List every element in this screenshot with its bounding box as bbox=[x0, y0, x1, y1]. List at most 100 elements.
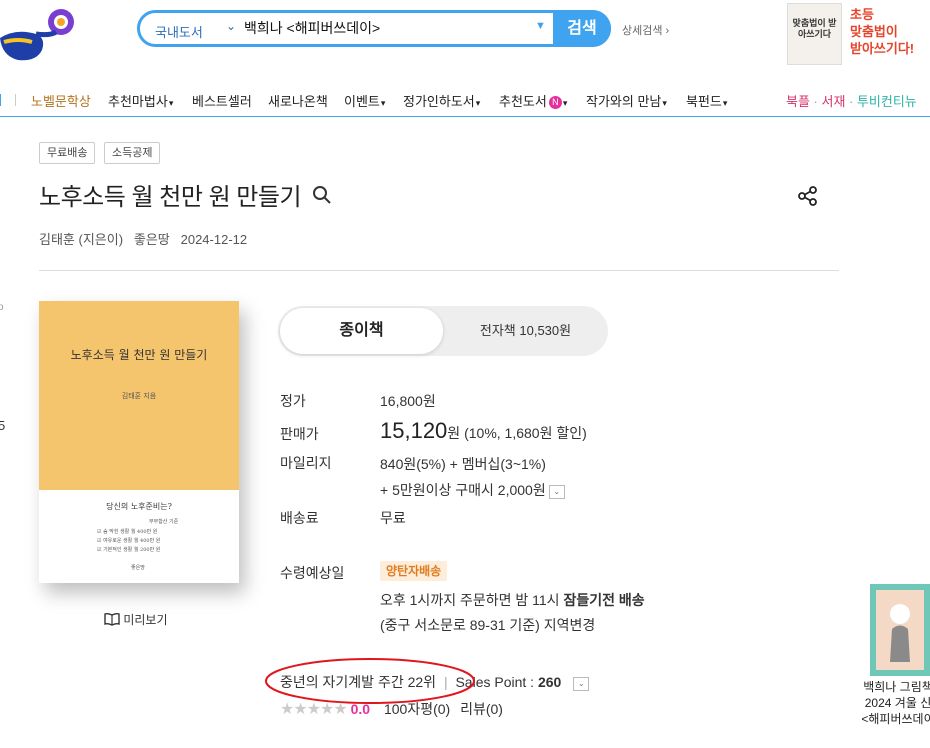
chevron-down-icon[interactable]: ⌄ bbox=[573, 677, 590, 691]
mileage-label: 마일리지 bbox=[280, 455, 332, 471]
nav-link-tobecontinued[interactable]: 투비컨티뉴 bbox=[857, 94, 917, 109]
sale-price-number: 15,120 bbox=[380, 418, 448, 443]
sales-point-value: 260 bbox=[537, 674, 562, 690]
search-input[interactable] bbox=[244, 18, 524, 38]
search-icon[interactable] bbox=[312, 185, 332, 205]
tag-tax-deduction: 소득공제 bbox=[104, 142, 161, 164]
mileage-line2-text: + 5만원이상 구매시 2,000원 bbox=[380, 482, 546, 498]
nav-item-new-books[interactable]: 새로나온책 bbox=[268, 91, 328, 110]
mileage-line1: 840원(5%) + 멤버십(3~1%) bbox=[380, 456, 546, 472]
sale-price-label: 판매가 bbox=[280, 426, 319, 442]
caret-down-icon: ▾ bbox=[475, 98, 481, 108]
aladin-logo-lamp-icon[interactable] bbox=[0, 4, 81, 66]
nav-bottom-line bbox=[0, 116, 930, 117]
cover-line: ☑ 기본적인 생활 월 200만 원 bbox=[97, 547, 161, 553]
author-link[interactable]: 김태훈 (지은이) bbox=[39, 232, 123, 247]
promo-line: 백희나 그림책 bbox=[863, 680, 930, 694]
rating-row: ★★★★★ 0.0 100자평(0) 리뷰(0) bbox=[280, 699, 503, 719]
nav-item-price-down[interactable]: 정가인하도서▾ bbox=[403, 91, 480, 110]
nav-label: 북펀드 bbox=[686, 94, 722, 109]
search-button[interactable]: 검색 bbox=[553, 10, 611, 47]
nav-item-recommended[interactable]: 추천도서 N ▾ bbox=[499, 91, 567, 110]
new-badge: N bbox=[548, 96, 562, 109]
promo-line: <해피버쓰데이 bbox=[861, 712, 930, 726]
share-icon[interactable] bbox=[797, 186, 819, 206]
delivery-line2[interactable]: (중구 서소문로 89-31 기준) 지역변경 bbox=[380, 615, 595, 635]
caret-down-icon: ▾ bbox=[380, 98, 386, 108]
promo-illustration bbox=[870, 584, 930, 676]
edge-fragment: o bbox=[0, 302, 4, 313]
book-open-icon bbox=[104, 612, 120, 626]
nav-item-author-meet[interactable]: 작가와의 만남▾ bbox=[586, 91, 667, 110]
ad-banner-text[interactable]: 초등 맞춤법이 받아쓰기다! bbox=[850, 6, 914, 57]
delivery-text: 오후 1시까지 주문하면 밤 11시 bbox=[380, 592, 564, 608]
delivery-label: 수령예상일 bbox=[280, 565, 345, 581]
divider bbox=[39, 270, 839, 271]
nav-item-recommend-wizard[interactable]: 추천마법사▾ bbox=[108, 91, 173, 110]
sale-price-unit: 원 bbox=[447, 425, 461, 441]
nav-item-bestseller[interactable]: 베스트셀러 bbox=[192, 91, 252, 110]
publish-date: 2024-12-12 bbox=[180, 232, 248, 247]
book-meta: 김태훈 (지은이) 좋은땅 2024-12-12 bbox=[39, 229, 247, 248]
cover-title: 노후소득 월 천만 원 만들기 bbox=[70, 348, 208, 362]
rating-value: 0.0 bbox=[350, 701, 371, 717]
dropdown-triangle-icon[interactable]: ▼ bbox=[535, 20, 546, 32]
cover-question: 당신의 노후준비는? bbox=[106, 502, 172, 511]
delivery-emphasis: 잠들기전 배송 bbox=[563, 592, 645, 608]
promo-text[interactable]: 백희나 그림책 2024 겨울 신 <해피버쓰데이 bbox=[858, 679, 930, 727]
nav-label: 작가와의 만남 bbox=[586, 94, 662, 109]
promo-book-image[interactable] bbox=[870, 584, 930, 676]
caret-down-icon: ▾ bbox=[722, 98, 728, 108]
nav-link-library[interactable]: 서재 bbox=[821, 94, 845, 109]
ad-line: 초등 bbox=[850, 7, 874, 22]
nav-label: 이벤트 bbox=[344, 94, 380, 109]
caret-down-icon: ▾ bbox=[562, 98, 568, 108]
review-100-link[interactable]: 100자평(0) bbox=[384, 701, 450, 717]
nav-item-nobel[interactable]: 노벨문학상 bbox=[31, 91, 91, 110]
cover-sub: 부부합산 기준 bbox=[149, 519, 179, 525]
tag-free-shipping: 무료배송 bbox=[39, 142, 96, 164]
ad-book-image[interactable]: 맞춤법이 받아쓰기다 bbox=[787, 3, 842, 65]
sale-price: 15,120원 (10%, 1,680원 할인) bbox=[380, 418, 587, 444]
nav-item-events[interactable]: 이벤트▾ bbox=[344, 91, 385, 110]
rating-stars: ★★★★★ bbox=[280, 701, 348, 718]
search-category-select[interactable]: 국내도서 bbox=[155, 22, 203, 41]
mileage-line2: + 5만원이상 구매시 2,000원 ⌄ bbox=[380, 480, 565, 500]
nav-label: 추천마법사 bbox=[108, 94, 168, 109]
shipping-value: 무료 bbox=[380, 510, 406, 526]
cover-author: 김태훈 지음 bbox=[121, 392, 157, 400]
list-price-label: 정가 bbox=[280, 393, 306, 409]
reviews-link[interactable]: 리뷰(0) bbox=[460, 701, 503, 717]
nav-label: 정가인하도서 bbox=[403, 94, 475, 109]
caret-down-icon: ▾ bbox=[168, 98, 174, 108]
delivery-line1: 오후 1시까지 주문하면 밤 11시 잠들기전 배송 bbox=[380, 590, 645, 610]
cover-line: ☑ 여유로운 생활 월 400만 원 bbox=[97, 538, 161, 544]
list-price: 16,800원 bbox=[380, 393, 436, 409]
ad-book-title: 맞춤법이 받아쓰기다 bbox=[792, 18, 837, 39]
chevron-down-icon[interactable]: ⌄ bbox=[226, 19, 236, 33]
nav-link-bookple[interactable]: 북플 bbox=[786, 94, 810, 109]
preview-button[interactable]: 미리보기 bbox=[104, 611, 168, 628]
promo-line: 2024 겨울 신 bbox=[864, 696, 930, 710]
nav-label: 추천도서 bbox=[499, 94, 547, 109]
tab-ebook[interactable]: 전자책 10,530원 bbox=[443, 308, 608, 354]
tab-paper-book[interactable]: 종이책 bbox=[280, 308, 443, 354]
preview-label: 미리보기 bbox=[123, 613, 168, 627]
advanced-search-link[interactable]: 상세검색 › bbox=[622, 22, 669, 38]
chevron-down-icon[interactable]: ⌄ bbox=[548, 485, 565, 499]
cover-publisher: 좋은땅 bbox=[131, 565, 145, 571]
publisher-link[interactable]: 좋은땅 bbox=[134, 232, 170, 247]
nav-right-links: 북플 · 서재 · 투비컨티뉴 bbox=[786, 94, 917, 109]
shipping-label: 배송료 bbox=[280, 510, 319, 526]
caret-down-icon: ▾ bbox=[662, 98, 667, 108]
nav-divider bbox=[15, 94, 16, 106]
ad-line: 받아쓰기다! bbox=[850, 41, 915, 56]
ad-line: 맞춤법이 bbox=[850, 24, 898, 39]
cover-line: ☑ 숨 막힌 생활 월 400만 원 bbox=[97, 529, 158, 535]
nav-edge-divider bbox=[0, 94, 1, 106]
nav-item-bookfund[interactable]: 북펀드▾ bbox=[686, 91, 727, 110]
sale-price-detail: (10%, 1,680원 할인) bbox=[464, 425, 587, 441]
book-cover[interactable]: 노후소득 월 천만 원 만들기 김태훈 지음 당신의 노후준비는? 부부합산 기… bbox=[39, 301, 239, 583]
delivery-badge: 양탄자배송 bbox=[380, 561, 448, 581]
page-title: 노후소득 월 천만 원 만들기 bbox=[39, 184, 302, 211]
